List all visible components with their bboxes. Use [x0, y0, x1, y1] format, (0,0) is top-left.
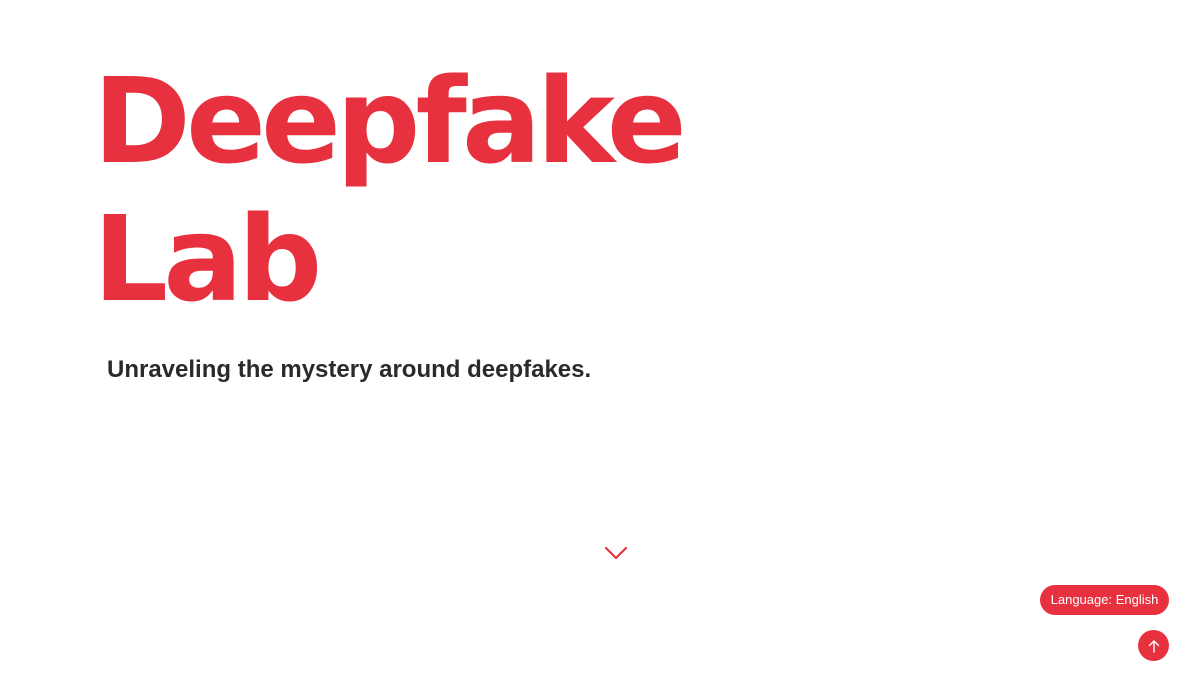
hero-title-line-1: Deepfake: [93, 52, 687, 190]
arrow-up-icon: [1148, 639, 1159, 653]
page: Deepfake Lab Unraveling the mystery arou…: [0, 0, 1200, 675]
hero-tagline: Unraveling the mystery around deepfakes.: [107, 356, 592, 383]
back-to-top-button[interactable]: [1138, 630, 1169, 661]
hero-title-line-2: Lab: [93, 190, 322, 328]
language-selector-button[interactable]: Language: English: [1040, 585, 1169, 615]
hero-title: Deepfake Lab: [93, 52, 687, 328]
scroll-down-button[interactable]: [603, 543, 629, 563]
chevron-down-icon: [604, 546, 628, 560]
